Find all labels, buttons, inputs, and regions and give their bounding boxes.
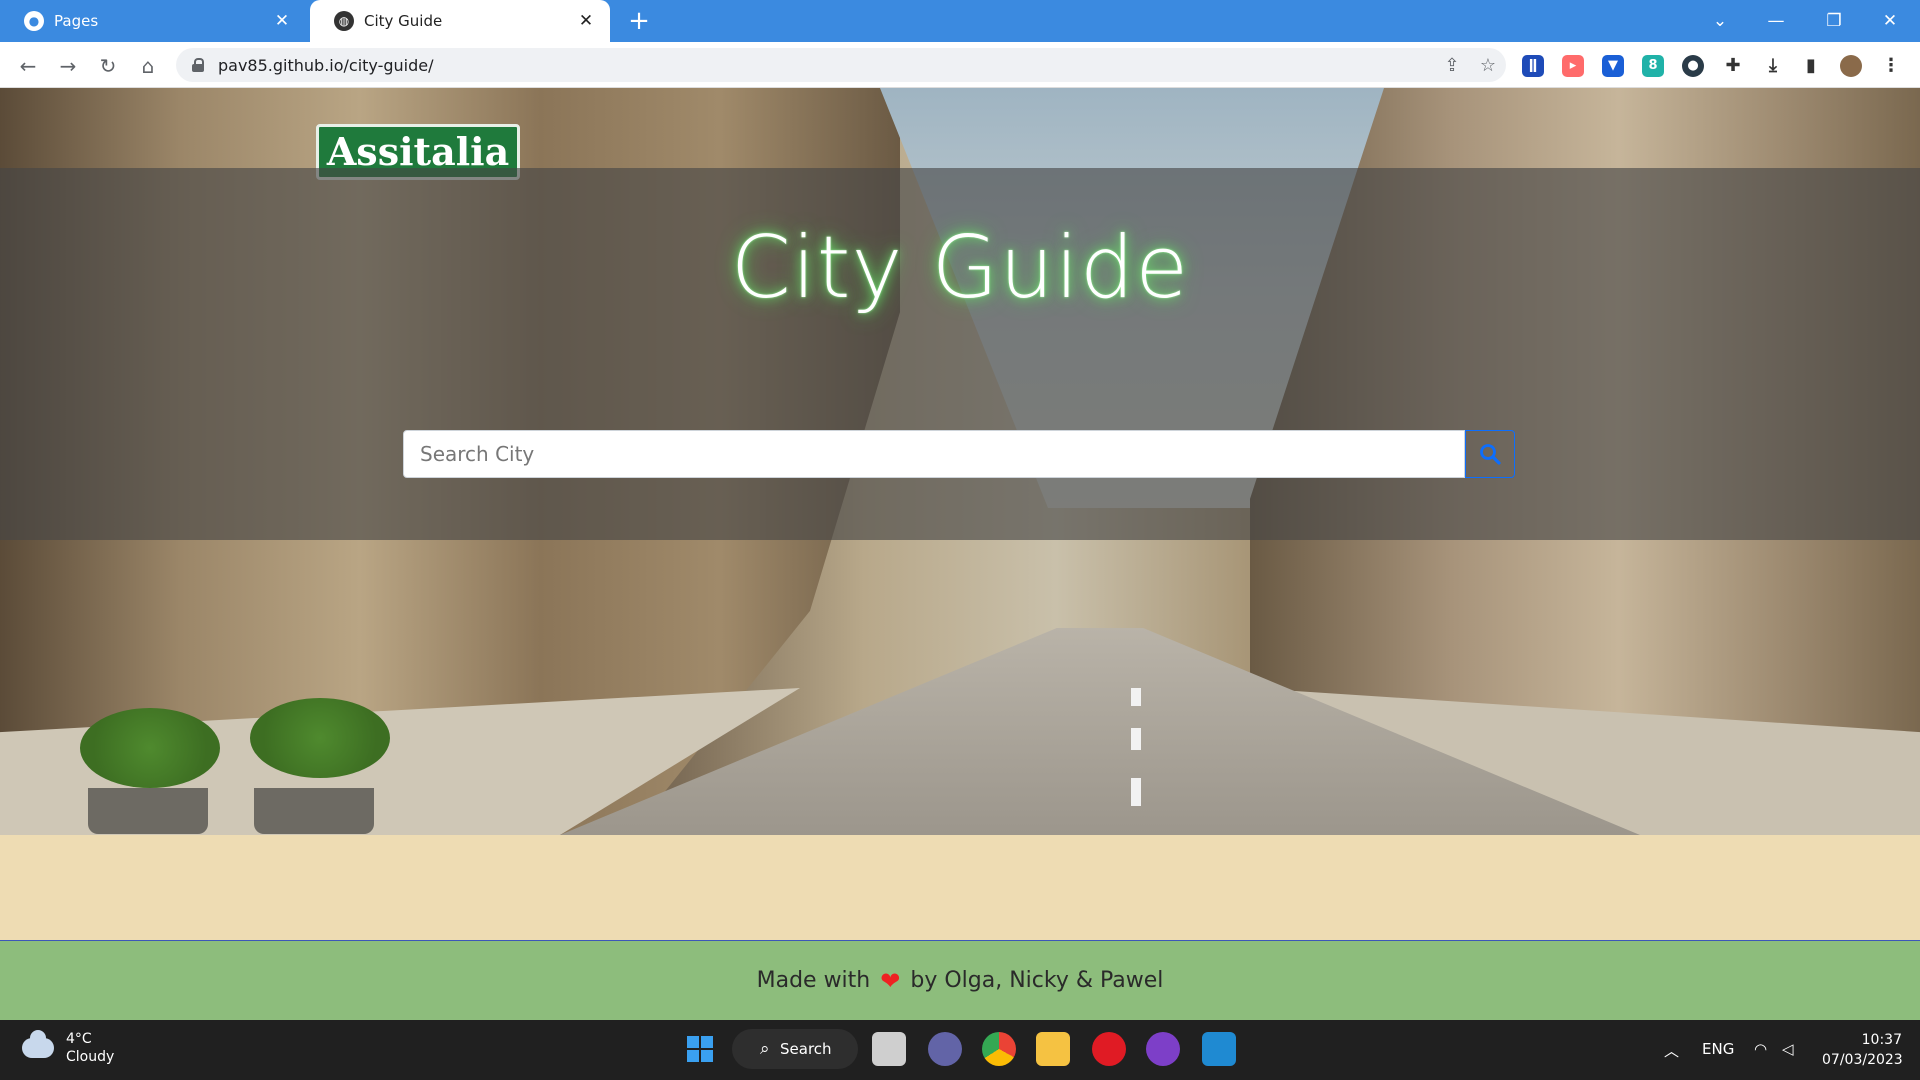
taskbar-search-button[interactable]: ⌕ Search bbox=[732, 1029, 858, 1069]
hero-background bbox=[88, 788, 208, 834]
github-desktop-icon[interactable] bbox=[1146, 1032, 1180, 1066]
hero-background bbox=[80, 708, 220, 788]
close-icon[interactable]: ✕ bbox=[576, 11, 596, 31]
language-indicator[interactable]: ENG bbox=[1702, 1040, 1734, 1058]
volume-icon[interactable]: ◁ bbox=[1782, 1040, 1794, 1058]
extension-icon[interactable]: 8 bbox=[1642, 55, 1664, 77]
hero-background bbox=[1131, 688, 1141, 706]
github-icon: ● bbox=[24, 11, 44, 31]
forward-icon[interactable]: → bbox=[52, 50, 84, 82]
chrome-icon[interactable] bbox=[982, 1032, 1016, 1066]
wifi-icon[interactable]: ◠ bbox=[1754, 1040, 1767, 1058]
weather-temp: 4°C bbox=[66, 1031, 92, 1047]
browser-toolbar: ← → ↻ ⌂ pav85.github.io/city-guide/ ⇪ ☆ … bbox=[0, 42, 1920, 88]
close-icon[interactable]: ✕ bbox=[272, 11, 292, 31]
search-button[interactable] bbox=[1465, 430, 1515, 478]
tab-title: Pages bbox=[54, 12, 99, 30]
bookmark-star-icon[interactable]: ☆ bbox=[1470, 55, 1506, 76]
cloud-icon bbox=[22, 1030, 54, 1058]
windows-taskbar: 4°C Cloudy ⌕ Search ︿ ENG ◠ ◁ 10:37 07/0… bbox=[0, 1020, 1920, 1080]
home-icon[interactable]: ⌂ bbox=[132, 50, 164, 82]
teams-icon[interactable] bbox=[928, 1032, 962, 1066]
page-title: City Guide bbox=[730, 218, 1190, 318]
new-tab-button[interactable]: + bbox=[624, 6, 654, 36]
extension-icon[interactable]: ▸ bbox=[1562, 55, 1584, 77]
taskbar-search-label: Search bbox=[780, 1040, 832, 1058]
extension-icon[interactable]: ▼ bbox=[1602, 55, 1624, 77]
results-area bbox=[0, 835, 1920, 940]
lock-icon[interactable] bbox=[192, 58, 204, 72]
reload-icon[interactable]: ↻ bbox=[92, 50, 124, 82]
search-form bbox=[403, 430, 1515, 478]
clock-date: 07/03/2023 bbox=[1822, 1052, 1903, 1068]
opera-icon[interactable] bbox=[1092, 1032, 1126, 1066]
search-icon bbox=[1480, 444, 1501, 465]
tab-search-icon[interactable]: ⌄ bbox=[1692, 0, 1748, 42]
url-text[interactable]: pav85.github.io/city-guide/ bbox=[218, 56, 1434, 75]
search-icon: ⌕ bbox=[760, 1039, 770, 1059]
task-view-icon[interactable] bbox=[872, 1032, 906, 1066]
avatar[interactable] bbox=[1840, 55, 1862, 77]
hero-background bbox=[1131, 778, 1141, 806]
extension-icon[interactable]: ǁ bbox=[1522, 55, 1544, 77]
hero-background bbox=[250, 698, 390, 778]
chevron-up-icon[interactable]: ︿ bbox=[1664, 1040, 1679, 1061]
minimize-button[interactable]: — bbox=[1748, 0, 1804, 42]
tab-pages[interactable]: ● Pages ✕ bbox=[0, 0, 306, 42]
restore-button[interactable]: ❐ bbox=[1806, 0, 1862, 42]
puzzle-icon[interactable]: ✚ bbox=[1722, 55, 1744, 77]
tab-title: City Guide bbox=[364, 12, 443, 30]
extension-icon[interactable]: ● bbox=[1682, 55, 1704, 77]
windows-logo-icon bbox=[687, 1036, 713, 1062]
side-panel-icon[interactable]: ▮ bbox=[1800, 55, 1822, 77]
site-footer: Made with ❤ by Olga, Nicky & Pawel bbox=[0, 940, 1920, 1020]
more-menu-icon[interactable]: ⋮ bbox=[1880, 55, 1902, 77]
close-window-button[interactable]: ✕ bbox=[1862, 0, 1918, 42]
hero-section: Assitalia City Guide bbox=[0, 88, 1920, 835]
browser-tab-strip: ● Pages ✕ ◍ City Guide ✕ + ⌄ — ❐ ✕ bbox=[0, 0, 1920, 42]
file-explorer-icon[interactable] bbox=[1036, 1032, 1070, 1066]
address-bar[interactable]: pav85.github.io/city-guide/ ⇪ ☆ bbox=[176, 48, 1506, 82]
weather-widget[interactable]: 4°C Cloudy bbox=[22, 1030, 114, 1066]
globe-icon: ◍ bbox=[334, 11, 354, 31]
vscode-icon[interactable] bbox=[1202, 1032, 1236, 1066]
clock[interactable]: 10:37 07/03/2023 bbox=[1822, 1030, 1903, 1070]
weather-condition: Cloudy bbox=[66, 1049, 115, 1065]
footer-prefix: Made with bbox=[756, 968, 871, 993]
heart-icon: ❤ bbox=[880, 966, 901, 995]
footer-credits: by Olga, Nicky & Pawel bbox=[910, 968, 1164, 993]
start-icon[interactable] bbox=[683, 1032, 717, 1066]
hero-background bbox=[254, 788, 374, 834]
clock-time: 10:37 bbox=[1861, 1032, 1902, 1048]
hero-background bbox=[1131, 728, 1141, 750]
back-icon[interactable]: ← bbox=[12, 50, 44, 82]
download-icon[interactable]: ⤓ bbox=[1762, 55, 1784, 77]
search-input[interactable] bbox=[403, 430, 1465, 478]
tab-city-guide[interactable]: ◍ City Guide ✕ bbox=[310, 0, 610, 42]
share-icon[interactable]: ⇪ bbox=[1434, 55, 1470, 76]
